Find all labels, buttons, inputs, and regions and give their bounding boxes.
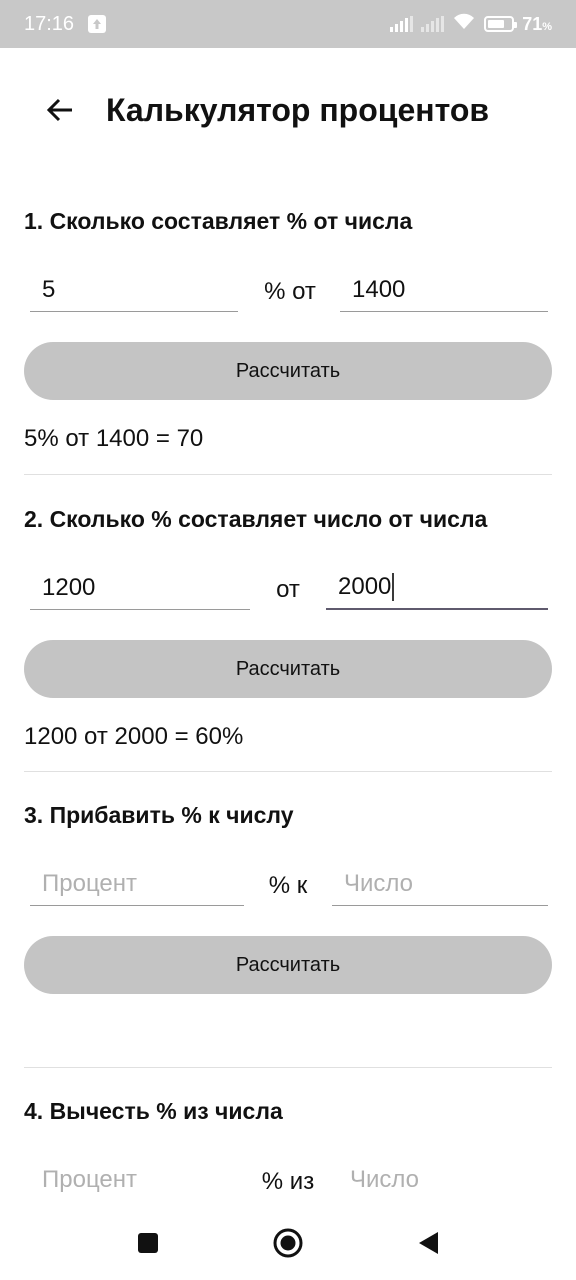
input-row: Процент % к Число: [24, 850, 552, 906]
status-right: 71%: [390, 12, 552, 36]
percent-input[interactable]: 5: [30, 268, 238, 312]
back-button[interactable]: [36, 86, 84, 134]
percent-input-placeholder: Процент: [42, 1166, 138, 1193]
result-text: 5% от 1400 = 70: [24, 425, 204, 452]
upload-notification-icon: [88, 15, 107, 33]
arrow-left-icon: [46, 98, 72, 122]
percent-input[interactable]: Процент: [30, 862, 244, 906]
percent-input[interactable]: Процент: [30, 1158, 240, 1202]
input-row: 1200 от 2000: [24, 554, 552, 610]
system-nav-bar: [0, 1206, 576, 1280]
number-b-input-value: 2000: [338, 573, 392, 600]
number-a-input-value: 1200: [42, 573, 96, 601]
status-bar: 17:16 71%: [0, 0, 576, 48]
recents-square-icon: [138, 1233, 158, 1253]
wifi-icon: [452, 12, 476, 36]
section-add-percent: 3. Прибавить % к числу Процент % к Число…: [24, 800, 552, 994]
section-title: 1. Сколько составляет % от числа: [24, 208, 413, 234]
middle-label: % от: [264, 278, 316, 305]
percent-input-value: 5: [42, 275, 56, 303]
number-input[interactable]: Число: [338, 1158, 548, 1202]
number-input[interactable]: Число: [332, 862, 548, 906]
divider: [24, 474, 552, 475]
number-input-value: 1400: [352, 275, 406, 303]
section-title: 4. Вычесть % из числа: [24, 1098, 283, 1124]
middle-label: % к: [268, 872, 308, 899]
app-header: Калькулятор процентов: [0, 78, 576, 142]
home-button[interactable]: [268, 1223, 308, 1263]
input-row: Процент % из Число: [24, 1146, 552, 1202]
divider: [24, 1067, 552, 1068]
page-title: Калькулятор процентов: [106, 91, 490, 128]
divider: [24, 771, 552, 772]
section-title: 3. Прибавить % к числу: [24, 802, 294, 828]
number-input[interactable]: 1400: [340, 268, 548, 312]
percent-input-placeholder: Процент: [42, 869, 138, 897]
battery-fill: [488, 20, 504, 28]
calculate-button[interactable]: Рассчитать: [24, 640, 552, 698]
signal-icon: [390, 16, 414, 32]
number-input-placeholder: Число: [350, 1166, 420, 1193]
recents-button[interactable]: [128, 1223, 168, 1263]
home-circle-icon: [273, 1228, 303, 1258]
battery-percent: 71%: [522, 13, 552, 34]
status-left: 17:16: [24, 12, 107, 36]
text-cursor: [392, 573, 395, 601]
back-triangle-icon: [419, 1232, 438, 1254]
number-a-input[interactable]: 1200: [30, 566, 250, 610]
section-subtract-percent: 4. Вычесть % из числа Процент % из Число: [24, 1096, 552, 1202]
section-percent-of-number: 1. Сколько составляет % от числа 5 % от …: [24, 206, 552, 454]
section-percent-ratio: 2. Сколько % составляет число от числа 1…: [24, 504, 552, 752]
number-b-input[interactable]: 2000: [326, 566, 548, 610]
middle-label: от: [276, 576, 300, 603]
input-row: 5 % от 1400: [24, 256, 552, 312]
calculate-button[interactable]: Рассчитать: [24, 342, 552, 400]
section-title: 2. Сколько % составляет число от числа: [24, 506, 488, 532]
system-back-button[interactable]: [408, 1223, 448, 1263]
signal-icon-2: [421, 16, 445, 32]
status-time: 17:16: [24, 12, 75, 35]
calculate-button[interactable]: Рассчитать: [24, 936, 552, 994]
battery-icon: [484, 16, 518, 32]
middle-label: % из: [261, 1168, 315, 1195]
number-input-placeholder: Число: [344, 869, 414, 897]
result-text: 1200 от 2000 = 60%: [24, 723, 244, 750]
